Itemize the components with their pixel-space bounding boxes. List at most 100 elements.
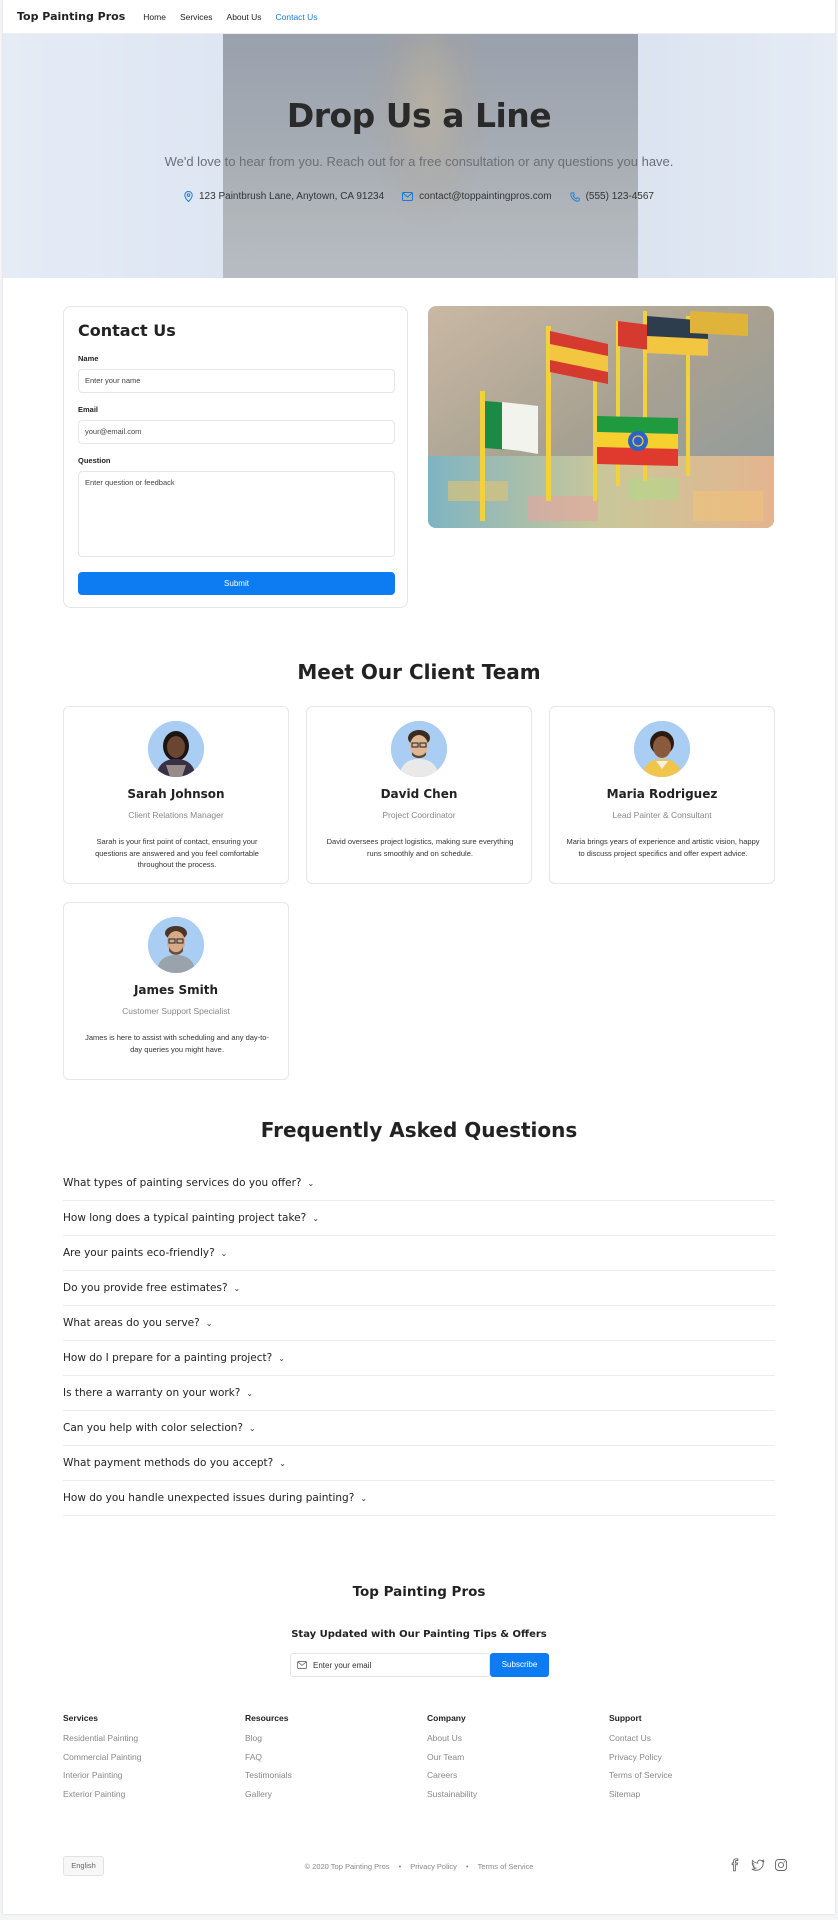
faq-question: Are your paints eco-friendly? xyxy=(63,1247,215,1259)
privacy-link[interactable]: Privacy Policy xyxy=(410,1862,457,1871)
footer-column-title: Resources xyxy=(245,1713,289,1723)
faq-item[interactable]: How do I prepare for a painting project?… xyxy=(63,1341,775,1376)
team-member-name: James Smith xyxy=(133,983,219,997)
footer-link[interactable]: Gallery xyxy=(245,1789,425,1799)
faq-item[interactable]: What areas do you serve? ⌄ xyxy=(63,1306,775,1341)
faq-item[interactable]: What types of painting services do you o… xyxy=(63,1166,775,1201)
footer-bottom-bar: © 2020 Top Painting Pros • Privacy Policy •… xyxy=(3,1862,835,1871)
team-member-name: Sarah Johnson xyxy=(127,787,225,801)
terms-link[interactable]: Terms of Service xyxy=(478,1862,534,1871)
team-member-name: Maria Rodriguez xyxy=(606,787,718,801)
flags-photo xyxy=(428,306,774,528)
submit-button[interactable]: Submit xyxy=(78,572,395,595)
team-member-role: Lead Painter & Consultant xyxy=(612,810,712,820)
avatar xyxy=(634,721,690,777)
footer-column-services: Services Residential Painting Commercial… xyxy=(63,1713,243,1807)
footer-link[interactable]: Privacy Policy xyxy=(609,1752,789,1762)
footer-column-title: Support xyxy=(609,1713,642,1723)
nav-about[interactable]: About Us xyxy=(227,12,262,22)
mail-icon xyxy=(297,1661,307,1669)
footer-link[interactable]: Our Team xyxy=(427,1752,607,1762)
footer-link[interactable]: Exterior Painting xyxy=(63,1789,243,1799)
footer-link[interactable]: Blog xyxy=(245,1733,425,1743)
team-member-role: Client Relations Manager xyxy=(128,810,224,820)
faq-item[interactable]: What payment methods do you accept? ⌄ xyxy=(63,1446,775,1481)
chevron-down-icon: ⌄ xyxy=(312,1213,319,1223)
faq-item[interactable]: Can you help with color selection? ⌄ xyxy=(63,1411,775,1446)
copyright-text: © 2020 Top Painting Pros xyxy=(304,1862,390,1871)
avatar-james-image xyxy=(148,917,204,973)
name-input[interactable]: Enter your name xyxy=(78,369,395,393)
chevron-down-icon: ⌄ xyxy=(233,1283,241,1293)
team-member-bio: James is here to assist with scheduling … xyxy=(85,1033,269,1054)
facebook-icon[interactable] xyxy=(728,1858,742,1872)
nav-home[interactable]: Home xyxy=(143,12,166,22)
faq-question: Do you provide free estimates? xyxy=(63,1282,228,1294)
newsletter-email-input[interactable]: Enter your email xyxy=(290,1653,490,1677)
twitter-icon[interactable] xyxy=(751,1858,765,1872)
footer-column-title: Services xyxy=(63,1713,98,1723)
subscribe-button[interactable]: Subscribe xyxy=(490,1653,549,1677)
location-pin-icon xyxy=(184,191,193,202)
faq-question: What types of painting services do you o… xyxy=(63,1177,302,1189)
footer-link[interactable]: Contact Us xyxy=(609,1733,789,1743)
team-card: Maria Rodriguez Lead Painter & Consultan… xyxy=(549,706,775,884)
footer-link[interactable]: Terms of Service xyxy=(609,1770,789,1780)
team-member-name: David Chen xyxy=(380,787,458,801)
question-textarea[interactable]: Enter question or feedback xyxy=(78,471,395,557)
faq-item[interactable]: Is there a warranty on your work? ⌄ xyxy=(63,1376,775,1411)
chevron-down-icon: ⌄ xyxy=(360,1493,367,1503)
team-member-role: Customer Support Specialist xyxy=(122,1006,230,1016)
phone-text: (555) 123-4567 xyxy=(585,191,654,202)
social-links xyxy=(719,1858,788,1872)
question-label: Question xyxy=(78,456,111,465)
chevron-down-icon: ⌄ xyxy=(279,1458,286,1468)
hero-address: 123 Paintbrush Lane, Anytown, CA 91234 xyxy=(184,191,384,202)
footer-link[interactable]: Sitemap xyxy=(609,1789,789,1799)
contact-form-title: Contact Us xyxy=(78,321,176,340)
faq-question: How long does a typical painting project… xyxy=(63,1212,307,1224)
footer-link[interactable]: Commercial Painting xyxy=(63,1752,243,1762)
footer-link[interactable]: About Us xyxy=(427,1733,607,1743)
hero-email[interactable]: contact@toppaintingpros.com xyxy=(402,191,552,202)
faq-question: What payment methods do you accept? xyxy=(63,1457,274,1469)
nav-contact[interactable]: Contact Us xyxy=(276,12,318,22)
footer-link[interactable]: Interior Painting xyxy=(63,1770,243,1780)
footer-link[interactable]: Careers xyxy=(427,1770,607,1780)
avatar xyxy=(148,917,204,973)
brand-logo[interactable]: Top Painting Pros xyxy=(17,10,125,23)
email-text: contact@toppaintingpros.com xyxy=(419,191,552,202)
hero-phone[interactable]: (555) 123-4567 xyxy=(569,191,654,202)
faq-question: How do I prepare for a painting project? xyxy=(63,1352,273,1364)
newsletter-placeholder: Enter your email xyxy=(313,1660,372,1670)
faq-item[interactable]: How do you handle unexpected issues duri… xyxy=(63,1481,775,1516)
faq-question: What areas do you serve? xyxy=(63,1317,200,1329)
hero-title: Drop Us a Line xyxy=(286,96,552,135)
email-input[interactable]: your@email.com xyxy=(78,420,395,444)
footer-link[interactable]: Sustainability xyxy=(427,1789,607,1799)
avatar-maria-image xyxy=(634,721,690,777)
footer-link[interactable]: Testimonials xyxy=(245,1770,425,1780)
chevron-down-icon: ⌄ xyxy=(220,1248,228,1258)
team-member-bio: Sarah is your first point of contact, en… xyxy=(95,837,259,869)
phone-icon xyxy=(569,191,580,202)
chevron-down-icon: ⌄ xyxy=(205,1318,213,1328)
separator-dot: • xyxy=(465,1862,469,1871)
avatar xyxy=(391,721,447,777)
avatar-david-image xyxy=(391,721,447,777)
faq-item[interactable]: Are your paints eco-friendly? ⌄ xyxy=(63,1236,775,1271)
footer-link[interactable]: Residential Painting xyxy=(63,1733,243,1743)
faq-question: Can you help with color selection? xyxy=(63,1422,243,1434)
instagram-icon[interactable] xyxy=(774,1858,788,1872)
name-label: Name xyxy=(78,354,99,363)
team-card: David Chen Project Coordinator David ove… xyxy=(306,706,532,884)
address-text: 123 Paintbrush Lane, Anytown, CA 91234 xyxy=(199,191,385,202)
faq-item[interactable]: How long does a typical painting project… xyxy=(63,1201,775,1236)
footer-link[interactable]: FAQ xyxy=(245,1752,425,1762)
nav-services[interactable]: Services xyxy=(180,12,213,22)
team-section-title: Meet Our Client Team xyxy=(297,660,541,684)
faq-item[interactable]: Do you provide free estimates? ⌄ xyxy=(63,1271,775,1306)
top-nav: Top Painting Pros Home Services About Us… xyxy=(3,0,835,34)
footer-column-resources: Resources Blog FAQ Testimonials Gallery xyxy=(245,1713,425,1807)
flags-illustration xyxy=(428,306,774,528)
